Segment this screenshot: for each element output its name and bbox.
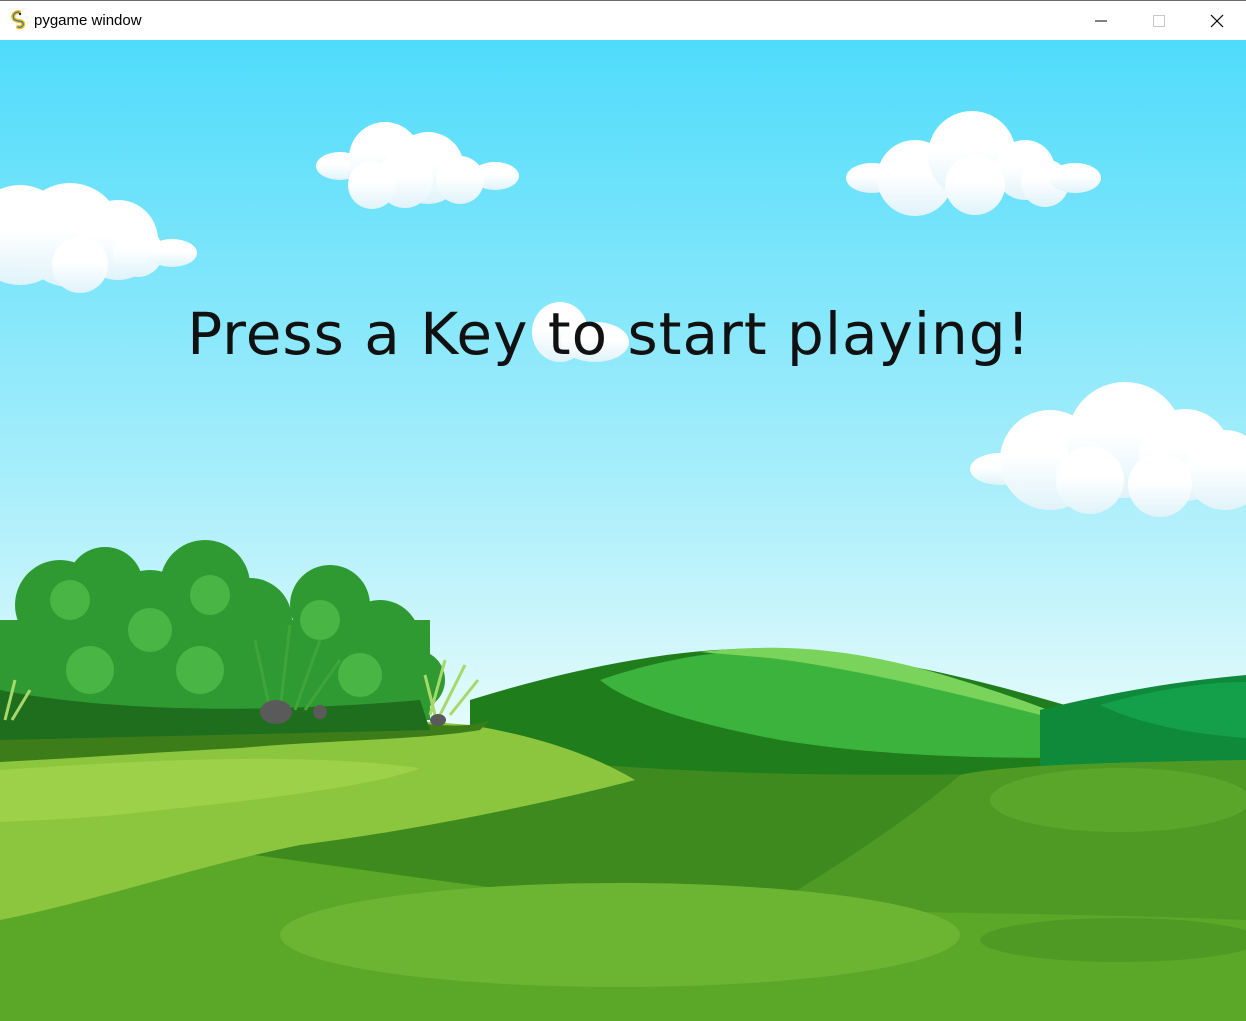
minimize-icon [1095, 20, 1107, 22]
pygame-window: pygame window Press a Key to start playi… [0, 0, 1246, 1021]
rock [260, 700, 292, 724]
grass-patch [990, 768, 1246, 832]
grass-patch [280, 883, 960, 987]
close-icon [1210, 14, 1224, 28]
window-title: pygame window [34, 12, 142, 29]
title-bar[interactable]: pygame window [0, 0, 1246, 40]
rock [313, 705, 327, 719]
start-prompt: Press a Key to start playing! [187, 300, 1031, 368]
maximize-button[interactable] [1130, 1, 1188, 41]
maximize-icon [1153, 15, 1165, 27]
game-canvas[interactable]: Press a Key to start playing! [0, 40, 1246, 1021]
rock [430, 714, 446, 726]
pygame-snake-icon [9, 10, 29, 30]
minimize-button[interactable] [1072, 1, 1130, 41]
landscape-background [0, 40, 1246, 1021]
close-button[interactable] [1188, 1, 1246, 41]
